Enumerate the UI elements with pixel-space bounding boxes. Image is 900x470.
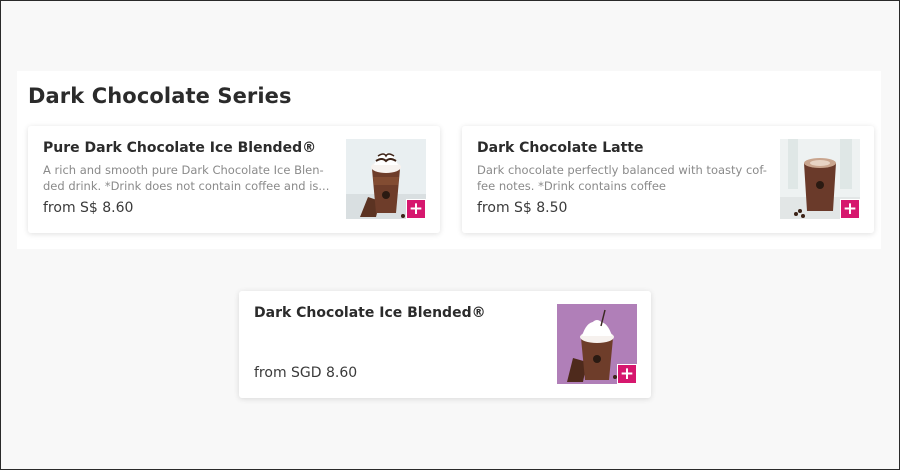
description-line: Dark chocolate perfectly balanced with t… <box>477 163 767 177</box>
product-name: Dark Chocolate Latte <box>477 140 644 156</box>
product-name: Dark Chocolate Ice Blended® <box>254 305 486 321</box>
product-description: A rich and smooth pure Dark Chocolate Ic… <box>43 162 333 194</box>
section-title: Dark Chocolate Series <box>28 84 292 108</box>
plus-icon[interactable]: + <box>406 199 426 219</box>
product-name: Pure Dark Chocolate Ice Blended® <box>43 140 317 156</box>
iced-chocolate-drink-icon[interactable]: + <box>346 139 426 219</box>
description-line: fee notes. *Drink contains coffee <box>477 179 666 193</box>
plus-icon[interactable]: + <box>617 364 637 384</box>
page-frame: Dark Chocolate Series Pure Dark Chocolat… <box>0 0 900 470</box>
description-line: A rich and smooth pure Dark Chocolate Ic… <box>43 163 324 177</box>
description-line: ded drink. *Drink does not contain coffe… <box>43 179 330 193</box>
blended-chocolate-drink-icon[interactable]: + <box>557 304 637 384</box>
product-price: from SGD 8.60 <box>254 365 358 381</box>
product-card-pure-dark-chocolate[interactable]: Pure Dark Chocolate Ice Blended® A rich … <box>28 126 440 233</box>
product-price: from S$ 8.60 <box>43 200 134 216</box>
product-description: Dark chocolate perfectly balanced with t… <box>477 162 767 194</box>
product-price: from S$ 8.50 <box>477 200 568 216</box>
product-card-dark-chocolate-ice-blended[interactable]: Dark Chocolate Ice Blended® from SGD 8.6… <box>239 291 651 398</box>
plus-icon[interactable]: + <box>840 199 860 219</box>
latte-glass-icon[interactable]: + <box>780 139 860 219</box>
product-card-dark-chocolate-latte[interactable]: Dark Chocolate Latte Dark chocolate perf… <box>462 126 874 233</box>
dark-chocolate-section: Dark Chocolate Series Pure Dark Chocolat… <box>17 71 881 249</box>
